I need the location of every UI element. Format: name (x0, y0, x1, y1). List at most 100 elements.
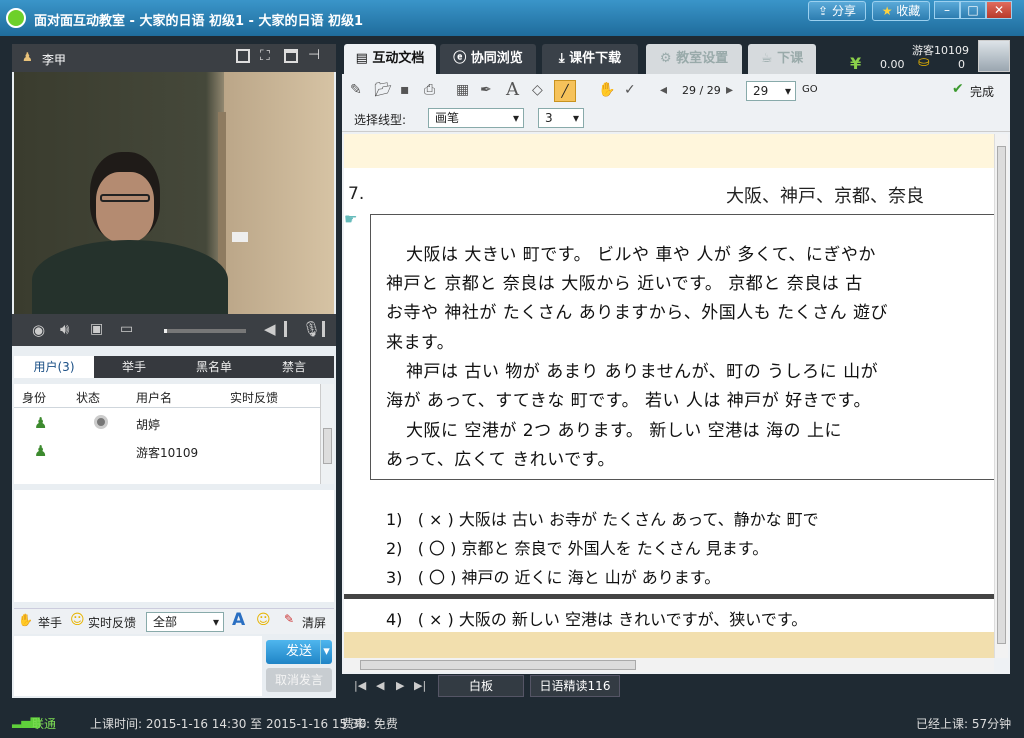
question-2: 2) ( 〇 ) 京都と 奈良で 外国人を たくさん 見ます。 (386, 535, 768, 559)
done-button[interactable]: 完成 (970, 83, 994, 100)
print-icon[interactable]: ⎙ (424, 82, 435, 98)
prev-page-icon[interactable]: ◂ (660, 82, 667, 98)
tab-classroom-settings[interactable]: ⚙ 教室设置 (646, 44, 742, 74)
pin-icon[interactable]: ⊣ (308, 47, 320, 63)
chat-target-select[interactable]: 全部 ▾ (146, 612, 224, 632)
teacher-icon: ♟ (22, 50, 33, 64)
save-icon[interactable]: ▪ (400, 82, 410, 98)
video-wall (224, 72, 334, 314)
share-button[interactable]: ⇪ 分享 (808, 1, 866, 21)
maximize-button[interactable]: □ (960, 1, 986, 19)
line-width-value: 3 (545, 111, 553, 125)
feedback-button[interactable]: 实时反馈 (88, 614, 136, 631)
table-row[interactable]: ♟ 游客10109 (14, 440, 320, 464)
col-role[interactable]: 身份 (22, 389, 46, 406)
tab-users[interactable]: 用户(3) (14, 356, 94, 378)
passage-line: お寺や 神社が たくさん ありますから、外国人も たくさん 遊び (386, 303, 889, 323)
scroll-thumb[interactable] (323, 428, 332, 464)
share-icon: ⇪ (818, 4, 829, 18)
record-icon[interactable]: ▭ (120, 321, 133, 337)
clear-screen-button[interactable]: 清屏 (302, 614, 326, 631)
avatar[interactable] (978, 40, 1010, 72)
col-feedback[interactable]: 实时反馈 (230, 389, 278, 406)
go-button[interactable]: GO (802, 84, 818, 95)
download-icon: ⤓ (558, 51, 565, 66)
tab-raise-hand[interactable]: 举手 (94, 356, 174, 378)
camera-icon[interactable]: ◉ (32, 321, 45, 339)
tab-blacklist[interactable]: 黑名单 (174, 356, 254, 378)
scroll-thumb[interactable] (997, 146, 1006, 644)
chevron-down-icon: ▾ (212, 615, 219, 629)
minimize-button[interactable]: – (934, 1, 960, 19)
browser-icon: ⓔ (453, 51, 467, 66)
done-icon: ✔ (952, 81, 964, 97)
close-button[interactable]: ✕ (986, 1, 1012, 19)
emoji-icon[interactable]: ☺ (256, 612, 271, 628)
doc-toolbar: ✎ 📂︎ ▪ ⎙ ▦ ✒ A ◇ ╱ ✋ ✓ ◂ 29 / 29 ▸ 29 ▾ G… (342, 78, 1010, 104)
next-page-icon[interactable]: ▸ (726, 82, 733, 98)
video-person-shirt (32, 240, 228, 314)
line-type-select[interactable]: 画笔 ▾ (428, 108, 524, 128)
video-controls: ◉ 🔊︎ ▣ ▭ ◀ 🎙︎ (12, 314, 336, 346)
col-username[interactable]: 用户名 (136, 389, 172, 406)
doc-horizontal-scrollbar[interactable] (344, 658, 994, 672)
end-class-button[interactable]: ☕ 下课 (748, 44, 816, 74)
favorite-button[interactable]: ★ 收藏 (872, 1, 930, 21)
next-icon[interactable]: ▶ (396, 679, 404, 692)
edit-icon[interactable]: ✎ (350, 82, 362, 98)
question-mark: ( 〇 ) (417, 539, 457, 558)
line-toolbar: 选择线型: 画笔 ▾ 3 ▾ (342, 106, 1010, 132)
volume-icon[interactable]: ◀ (264, 320, 276, 338)
chat-input[interactable] (14, 636, 262, 696)
user-table-header: 身份 状态 用户名 实时反馈 (14, 384, 320, 408)
video-progress[interactable] (164, 329, 246, 333)
pen-icon[interactable]: ✒ (480, 82, 492, 98)
scroll-thumb[interactable] (360, 660, 636, 670)
document-view[interactable]: 7. 大阪、神戸、京都、奈良 ☛ 大阪は 大きい 町です。 ビルや 車や 人が … (344, 134, 994, 658)
hand-icon: ✋ (18, 613, 33, 627)
window-mode-icon[interactable] (236, 49, 250, 63)
last-page-icon[interactable]: ▶| (414, 679, 426, 692)
tab-courseware[interactable]: 日语精读116 (530, 675, 620, 697)
table-row[interactable]: ♟ 胡婷 (14, 412, 320, 436)
open-folder-icon[interactable]: 📂︎ (374, 82, 392, 98)
video-person-glasses (100, 194, 150, 202)
eraser-icon[interactable]: ◇ (532, 82, 543, 98)
app-logo-icon (6, 8, 26, 28)
font-icon[interactable]: A (232, 610, 245, 630)
raise-hand-button[interactable]: 举手 (38, 614, 62, 631)
question-1: 1) ( × ) 大阪は 古い お寺が たくさん あって、静かな 町で (386, 506, 819, 530)
fullscreen-icon[interactable]: ⛶ (260, 48, 270, 64)
text-icon[interactable]: A (506, 79, 519, 100)
line-width-select[interactable]: 3 ▾ (538, 108, 584, 128)
prev-icon[interactable]: ◀ (376, 679, 384, 692)
speaker-icon[interactable]: 🔊︎ (60, 320, 69, 338)
user-list-scrollbar[interactable] (320, 384, 334, 484)
popout-icon[interactable] (284, 49, 298, 63)
doc-vertical-scrollbar[interactable] (994, 134, 1008, 658)
chevron-down-icon: ▾ (572, 111, 579, 125)
chevron-down-icon: ▾ (512, 111, 519, 125)
hand-pan-icon[interactable]: ✋ (598, 82, 615, 98)
doc-bottom-band (344, 632, 994, 658)
send-options-icon[interactable]: ▾ (320, 640, 332, 664)
page-select[interactable]: 29 ▾ (746, 81, 796, 101)
tab-label: 课件下载 (569, 51, 622, 66)
microphone-icon[interactable]: 🎙︎ (302, 320, 321, 338)
tab-download[interactable]: ⤓ 课件下载 (542, 44, 638, 74)
check-icon[interactable]: ✓ (624, 82, 636, 98)
grid-icon[interactable]: ▦ (456, 82, 469, 98)
tab-co-browse[interactable]: ⓔ 协同浏览 (440, 44, 536, 74)
tab-interactive-doc[interactable]: ▤ 互动文档 (344, 44, 436, 74)
cancel-speech-button[interactable]: 取消发言 (266, 668, 332, 692)
tab-whiteboard[interactable]: 白板 (438, 675, 524, 697)
send-label: 发送 (285, 644, 312, 659)
favorite-label: 收藏 (896, 4, 921, 18)
first-page-icon[interactable]: |◀ (354, 679, 366, 692)
tab-label: 下课 (777, 51, 804, 66)
snapshot-icon[interactable]: ▣ (90, 321, 103, 337)
col-status[interactable]: 状态 (76, 389, 100, 406)
send-button[interactable]: 发送 ▾ (266, 640, 332, 664)
highlighter-icon[interactable]: ╱ (554, 80, 576, 102)
tab-muted[interactable]: 禁言 (254, 356, 334, 378)
